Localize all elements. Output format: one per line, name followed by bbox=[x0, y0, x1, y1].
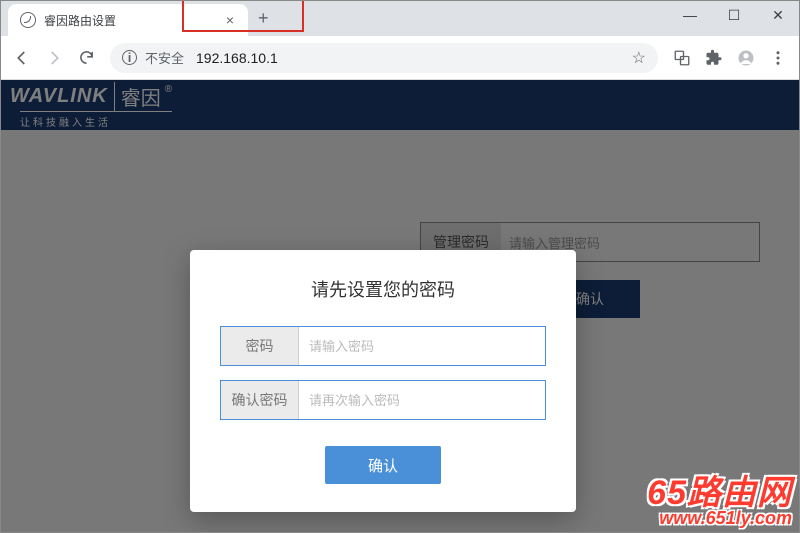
password-field: 密码 bbox=[220, 326, 546, 366]
page-viewport: WAVLINK 睿因 ® 让科技融入生活 管理密码 请输入管理密码 确认 请先设… bbox=[0, 80, 800, 533]
globe-icon bbox=[20, 12, 36, 28]
set-password-modal: 请先设置您的密码 密码 确认密码 确认 bbox=[190, 250, 576, 512]
omnibox[interactable]: i 不安全 192.168.10.1 ☆ bbox=[110, 43, 658, 73]
confirm-button[interactable]: 确认 bbox=[325, 446, 441, 484]
confirm-password-field: 确认密码 bbox=[220, 380, 546, 420]
close-window-button[interactable]: ✕ bbox=[756, 0, 800, 30]
translate-icon[interactable] bbox=[668, 44, 696, 72]
bookmark-star-icon[interactable]: ☆ bbox=[632, 48, 646, 68]
titlebar: 睿因路由设置 × + — ☐ ✕ bbox=[0, 0, 800, 36]
watermark: 65路由网 www.651ly.com bbox=[647, 465, 792, 529]
profile-icon[interactable] bbox=[732, 44, 760, 72]
window-controls: — ☐ ✕ bbox=[668, 0, 800, 30]
tab-title: 睿因路由设置 bbox=[44, 12, 222, 29]
minimize-button[interactable]: — bbox=[668, 0, 712, 30]
browser-tab[interactable]: 睿因路由设置 × bbox=[8, 4, 248, 36]
address-bar: i 不安全 192.168.10.1 ☆ bbox=[0, 36, 800, 80]
confirm-password-input[interactable] bbox=[299, 381, 545, 419]
maximize-button[interactable]: ☐ bbox=[712, 0, 756, 30]
password-label: 密码 bbox=[221, 327, 299, 365]
insecure-label: 不安全 bbox=[145, 48, 184, 67]
menu-icon[interactable] bbox=[764, 44, 792, 72]
watermark-brand: 65路由网 bbox=[647, 465, 792, 514]
new-tab-button[interactable]: + bbox=[248, 4, 279, 33]
extensions-icon[interactable] bbox=[700, 44, 728, 72]
watermark-url: www.651ly.com bbox=[647, 508, 792, 529]
modal-title: 请先设置您的密码 bbox=[220, 276, 546, 302]
close-tab-icon[interactable]: × bbox=[222, 10, 238, 30]
forward-button[interactable] bbox=[40, 44, 68, 72]
password-input[interactable] bbox=[299, 327, 545, 365]
reload-button[interactable] bbox=[72, 44, 100, 72]
info-icon[interactable]: i bbox=[122, 50, 137, 65]
url-text: 192.168.10.1 bbox=[192, 49, 282, 67]
browser-chrome: 睿因路由设置 × + — ☐ ✕ i 不安全 192.168.10.1 ☆ bbox=[0, 0, 800, 80]
confirm-password-label: 确认密码 bbox=[221, 381, 299, 419]
back-button[interactable] bbox=[8, 44, 36, 72]
